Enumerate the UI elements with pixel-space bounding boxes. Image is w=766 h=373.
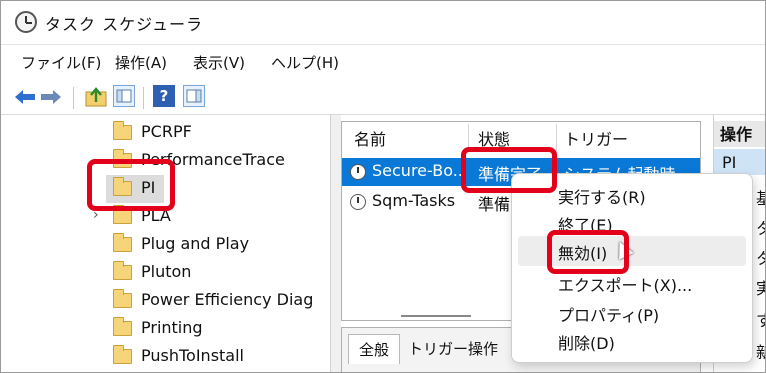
folder-icon	[113, 205, 132, 224]
task-scheduler-window: タスク スケジューラ ファイル(F) 操作(A) 表示(V) ヘルプ(H) ?	[0, 0, 766, 373]
task-clock-icon	[350, 164, 366, 180]
column-header-trigger[interactable]: トリガー	[564, 126, 628, 150]
menu-item-run[interactable]: 実行する(R)	[558, 184, 646, 208]
folder-icon	[113, 121, 132, 140]
task-name: Secure-Bo...	[372, 161, 464, 180]
menu-view[interactable]: 表示(V)	[193, 52, 245, 73]
back-arrow-icon[interactable]	[13, 85, 37, 109]
tree-item-pcrpf[interactable]: PCRPF	[1, 119, 331, 147]
action-item[interactable]: 新	[756, 339, 765, 363]
pane-splitter[interactable]	[331, 115, 341, 372]
toolbar: ?	[1, 81, 765, 115]
folder-icon	[113, 289, 132, 308]
tree-item-printing[interactable]: Printing	[1, 315, 331, 343]
clock-icon	[15, 11, 37, 33]
menu-item-properties[interactable]: プロパティ(P)	[558, 302, 659, 326]
tree-item-pluton[interactable]: Pluton	[1, 259, 331, 287]
window-title: タスク スケジューラ	[45, 15, 203, 34]
tree-item-label: PCRPF	[141, 122, 192, 141]
annotation-highlight-pi	[87, 159, 175, 211]
annotation-highlight-status	[461, 147, 557, 193]
action-item[interactable]: す	[756, 307, 765, 331]
task-clock-icon	[350, 194, 366, 210]
tab-triggers[interactable]: トリガー	[408, 338, 468, 359]
toolbar-separator	[143, 87, 144, 109]
column-separator[interactable]	[556, 124, 557, 152]
column-header-name[interactable]: 名前	[354, 126, 386, 150]
menu-bar: ファイル(F) 操作(A) 表示(V) ヘルプ(H)	[1, 45, 765, 81]
horizontal-scrollbar[interactable]	[401, 315, 471, 317]
tree-item-label: Pluton	[141, 262, 192, 281]
folder-icon	[113, 317, 132, 336]
menu-item-delete[interactable]: 削除(D)	[558, 330, 615, 354]
folder-up-icon[interactable]	[85, 85, 107, 109]
action-item[interactable]: 基	[756, 185, 765, 209]
forward-arrow-icon[interactable]	[39, 85, 63, 109]
help-icon[interactable]: ?	[153, 85, 175, 107]
tab-actions[interactable]: 操作	[468, 338, 498, 359]
folder-tree: PCRPF PerformanceTrace PI › PLA Plug and…	[1, 115, 331, 372]
menu-help[interactable]: ヘルプ(H)	[271, 52, 339, 73]
show-hide-action-pane-icon[interactable]	[183, 85, 205, 107]
menu-item-export[interactable]: エクスポート(X)...	[558, 272, 692, 296]
menu-file[interactable]: ファイル(F)	[21, 52, 101, 73]
action-item[interactable]: タ	[756, 215, 765, 239]
action-item[interactable]: タ	[756, 245, 765, 269]
annotation-highlight-disable	[547, 230, 629, 274]
menu-action[interactable]: 操作(A)	[115, 52, 167, 73]
tree-item-label: PushToInstall	[141, 346, 244, 365]
folder-icon	[113, 345, 132, 364]
folder-icon	[113, 261, 132, 280]
show-hide-tree-icon[interactable]	[113, 85, 135, 107]
tree-item-power-efficiency-diag[interactable]: Power Efficiency Diag	[1, 287, 331, 315]
tab-general[interactable]: 全般	[348, 334, 401, 364]
action-item[interactable]: 実	[756, 275, 765, 299]
toolbar-separator	[73, 87, 74, 109]
actions-subheader[interactable]: PI	[714, 149, 765, 175]
task-name: Sqm-Tasks	[372, 191, 456, 210]
tree-item-label: Printing	[141, 318, 203, 337]
title-bar: タスク スケジューラ	[1, 1, 765, 45]
tree-item-pushtoinstall[interactable]: PushToInstall	[1, 343, 331, 371]
tree-item-label: Plug and Play	[141, 234, 250, 253]
tree-item-plug-and-play[interactable]: Plug and Play	[1, 231, 331, 259]
actions-subheader-label: PI	[722, 153, 737, 172]
actions-header: 操作	[714, 121, 765, 147]
folder-icon	[113, 233, 132, 252]
tree-item-label: Power Efficiency Diag	[141, 290, 314, 309]
